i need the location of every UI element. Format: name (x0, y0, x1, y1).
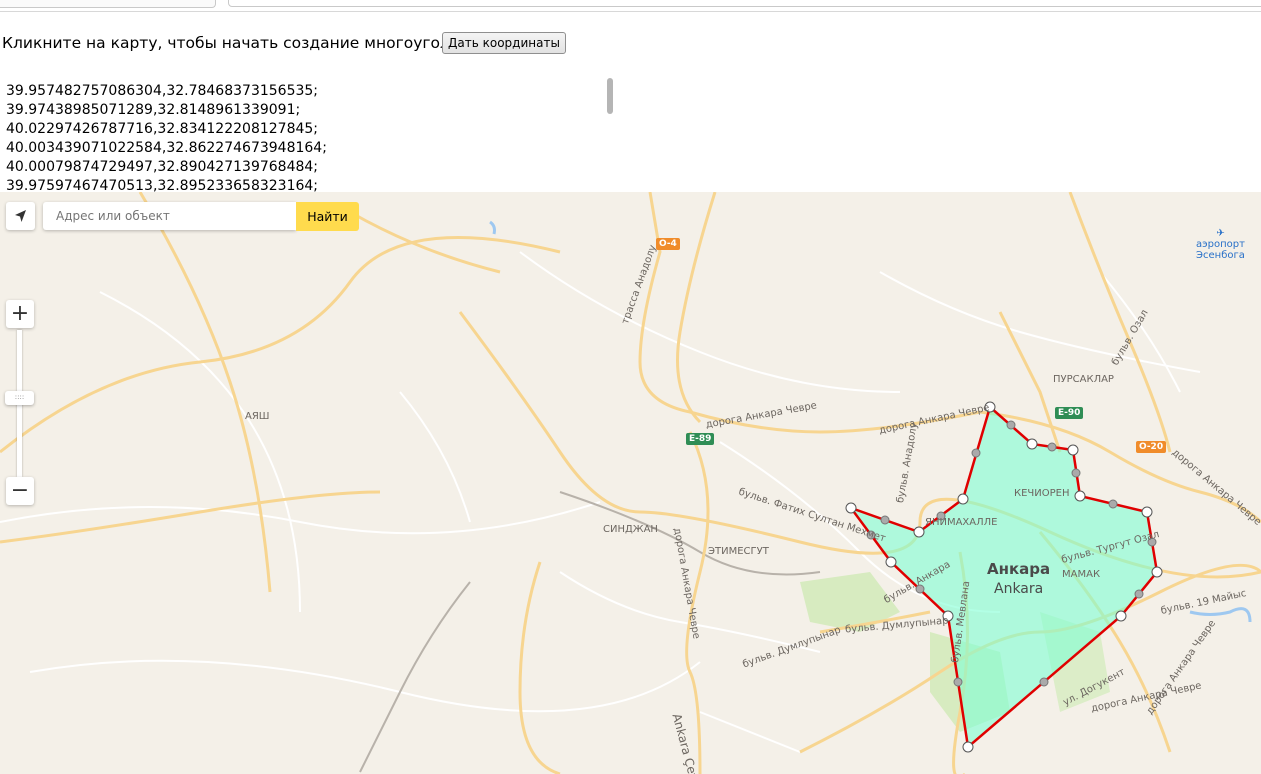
road-shield: O-20 (1136, 441, 1167, 453)
coordinate-line: 40.02297426787716,32.834122208127845; (6, 121, 319, 137)
district-label: АЯШ (245, 411, 270, 422)
zoom-out-button[interactable]: − (6, 477, 34, 505)
coordinate-line: 39.957482757086304,32.78468373156535; (6, 83, 319, 99)
airport-label: ✈ аэропорт Эсенбога (1196, 228, 1245, 261)
district-label: ЯНИМАХАЛЛЕ (925, 517, 998, 528)
airport-label-line: Эсенбога (1196, 250, 1245, 261)
instruction-text: Кликните на карту, чтобы начать создание… (2, 34, 499, 52)
district-label: КЕЧИОРЕН (1014, 488, 1070, 499)
map-search-button[interactable]: Найти (296, 202, 359, 231)
district-label: ЭТИМЕСГУТ (708, 546, 769, 557)
get-coordinates-button[interactable]: Дать координаты (442, 32, 566, 54)
road-shield: E-89 (686, 433, 715, 445)
road-shield: O-4 (656, 238, 680, 250)
map-search-input[interactable] (54, 202, 288, 230)
zoom-slider-thumb[interactable]: :::: (5, 391, 34, 405)
coordinate-line: 39.97597467470513,32.895233658323164; (6, 178, 319, 192)
browser-address-bar[interactable] (228, 0, 1261, 7)
browser-toolbar (0, 0, 1261, 12)
map-search-box (43, 202, 296, 230)
map-canvas[interactable]: АЯШ СИНДЖАН ЭТИМЕСГУТ КЕЧИОРЕН ПУРСАКЛАР… (0, 192, 1261, 774)
coordinates-list: 39.957482757086304,32.78468373156535; 39… (6, 82, 327, 192)
coordinate-line: 39.97438985071289,32.8148961339091; (6, 102, 301, 118)
geolocation-button[interactable] (6, 202, 35, 230)
water (489, 220, 496, 235)
water (1189, 607, 1252, 623)
railway (359, 581, 471, 773)
coordinate-line: 40.003439071022584,32.862274673948164; (6, 140, 327, 156)
coordinate-line: 40.00079874729497,32.890427139768484; (6, 159, 319, 175)
coordinates-output[interactable]: 39.957482757086304,32.78468373156535; 39… (0, 72, 616, 192)
district-label: ПУРСАКЛАР (1053, 374, 1114, 385)
district-label: МАМАК (1062, 569, 1101, 580)
zoom-in-button[interactable]: + (6, 300, 34, 328)
map-tiles (0, 192, 1261, 774)
city-label: Анкара (987, 560, 1051, 578)
airport-label-line: аэропорт (1196, 239, 1245, 250)
city-label-latin: Ankara (994, 581, 1044, 597)
browser-tab[interactable] (0, 0, 216, 8)
navigation-arrow-icon (15, 210, 26, 222)
airplane-icon: ✈ (1216, 228, 1225, 239)
district-label: СИНДЖАН (603, 524, 658, 535)
coordinates-scrollbar[interactable] (607, 78, 613, 114)
road-shield: E-90 (1055, 407, 1084, 419)
